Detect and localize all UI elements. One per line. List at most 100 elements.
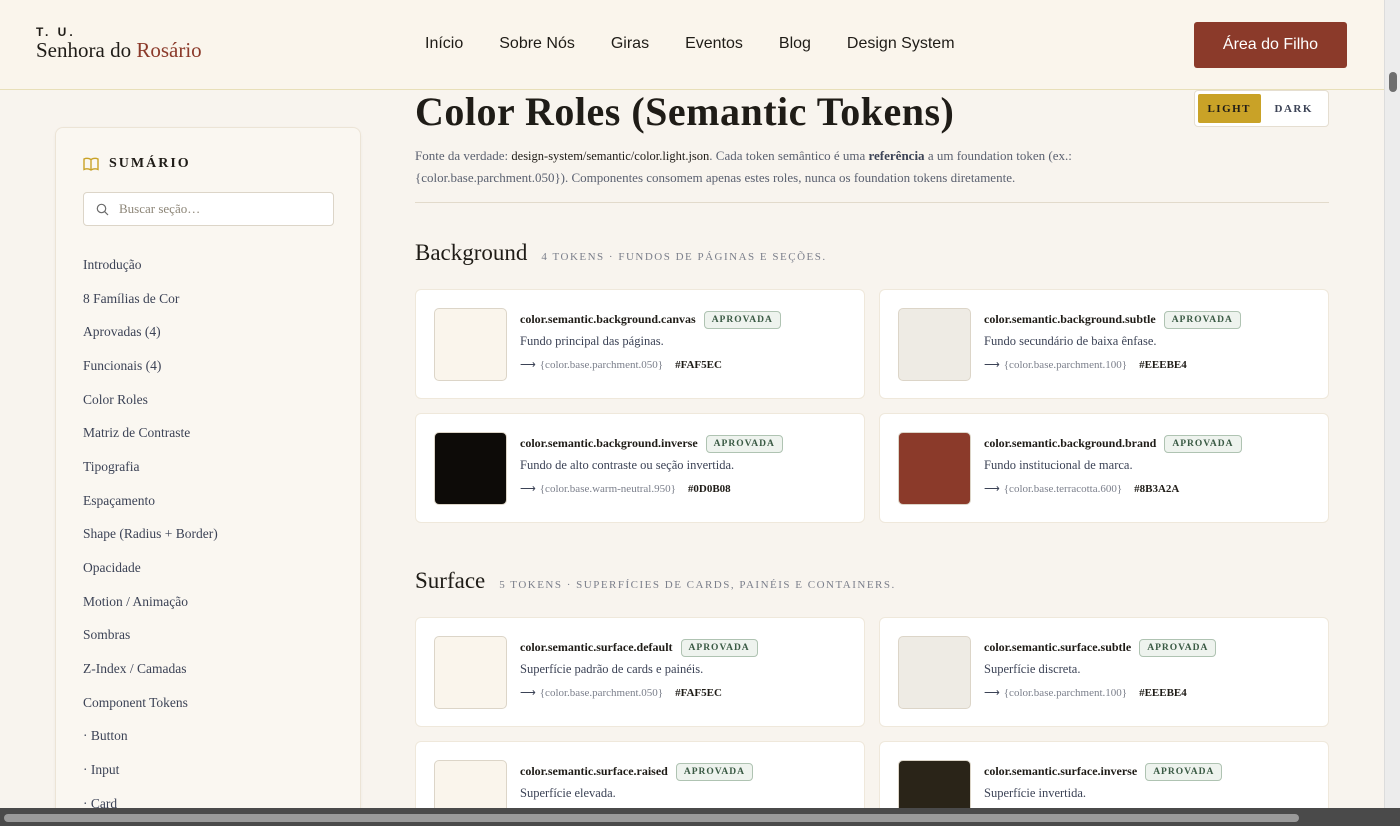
nav-blog[interactable]: Blog [779, 35, 811, 53]
toc-item-sombras[interactable]: Sombras [83, 619, 218, 653]
color-swatch [434, 432, 507, 505]
toc-item-shape[interactable]: Shape (Radius + Border) [83, 518, 218, 552]
hex-value: #FAF5EC [675, 359, 722, 371]
token-reference: {color.base.parchment.100} [1003, 359, 1128, 371]
intro-text-2: . Cada token semântico é uma [709, 148, 869, 163]
horizontal-scrollbar[interactable] [0, 808, 1400, 826]
page-title: Color Roles (Semantic Tokens) [415, 89, 955, 134]
token-name-row: color.semantic.surface.default APROVADA [520, 639, 758, 657]
toc-item-input[interactable]: · Input [83, 753, 218, 787]
color-swatch [898, 636, 971, 709]
toc-item-component-tokens[interactable]: Component Tokens [83, 686, 218, 720]
color-swatch [434, 308, 507, 381]
toc-item-espacamento[interactable]: Espaçamento [83, 484, 218, 518]
vertical-scrollbar[interactable] [1384, 0, 1400, 826]
token-card: color.semantic.background.brand APROVADA … [879, 413, 1329, 523]
section-title: Surface [415, 568, 486, 593]
toc-item-introducao[interactable]: Introdução [83, 248, 218, 282]
toc-item-aprovadas[interactable]: Aprovadas (4) [83, 315, 218, 349]
toc-item-matriz-de-contraste[interactable]: Matriz de Contraste [83, 416, 218, 450]
token-card: color.semantic.surface.subtle APROVADA Su… [879, 617, 1329, 727]
token-description: Fundo secundário de baixa ênfase. [984, 334, 1157, 348]
nav-eventos[interactable]: Eventos [685, 35, 743, 53]
token-card: color.semantic.background.inverse APROVAD… [415, 413, 865, 523]
token-card: color.semantic.surface.default APROVADA S… [415, 617, 865, 727]
section-title: Background [415, 240, 528, 265]
status-badge: APROVADA [1163, 311, 1241, 329]
token-name: color.semantic.surface.raised [520, 764, 668, 778]
token-name: color.semantic.background.inverse [520, 436, 698, 450]
hex-value: #FAF5EC [675, 687, 722, 699]
token-description: Fundo institucional de marca. [984, 458, 1133, 472]
token-name-row: color.semantic.surface.inverse APROVADA [984, 763, 1223, 781]
toc-item-color-roles[interactable]: Color Roles [83, 383, 218, 417]
hex-value: #EEEBE4 [1139, 359, 1187, 371]
section-header-surface: Surface 5 TOKENS · SUPERFÍCIES DE CARDS,… [415, 568, 896, 594]
token-reference-row: ⟶ {color.base.parchment.050} #FAF5EC [520, 358, 722, 371]
light-mode-button[interactable]: LIGHT [1198, 94, 1261, 123]
token-name-row: color.semantic.background.brand APROVADA [984, 435, 1242, 453]
section-meta: 4 TOKENS · FUNDOS DE PÁGINAS E SEÇÕES. [541, 251, 827, 263]
toc-item-button[interactable]: · Button [83, 720, 218, 754]
arrow-right-icon: ⟶ [984, 483, 1000, 495]
status-badge: APROVADA [680, 639, 758, 657]
color-swatch [898, 432, 971, 505]
token-reference-row: ⟶ {color.base.parchment.100} #EEEBE4 [984, 358, 1187, 371]
nav-design-system[interactable]: Design System [847, 35, 955, 53]
status-badge: APROVADA [703, 311, 781, 329]
arrow-right-icon: ⟶ [984, 359, 1000, 371]
toc-item-familias-de-cor[interactable]: 8 Famílias de Cor [83, 282, 218, 316]
arrow-right-icon: ⟶ [520, 687, 536, 699]
token-reference: {color.base.terracotta.600} [1003, 483, 1123, 495]
section-meta: 5 TOKENS · SUPERFÍCIES DE CARDS, PAINÉIS… [499, 579, 896, 591]
token-name: color.semantic.background.canvas [520, 312, 696, 326]
token-reference-row: ⟶ {color.base.parchment.100} #EEEBE4 [984, 686, 1187, 699]
dark-mode-button[interactable]: DARK [1262, 94, 1325, 123]
token-name: color.semantic.surface.inverse [984, 764, 1138, 778]
area-do-filho-button[interactable]: Área do Filho [1194, 22, 1347, 68]
vertical-scroll-thumb[interactable] [1389, 72, 1397, 92]
token-description: Fundo principal das páginas. [520, 334, 664, 348]
section-search [83, 192, 334, 226]
hex-value: #8B3A2A [1134, 483, 1180, 495]
search-input[interactable] [119, 201, 319, 217]
token-name: color.semantic.background.brand [984, 436, 1157, 450]
intro-text-1: Fonte da verdade: [415, 148, 512, 163]
toc-item-tipografia[interactable]: Tipografia [83, 450, 218, 484]
token-name-row: color.semantic.surface.raised APROVADA [520, 763, 753, 781]
token-card: color.semantic.background.subtle APROVADA… [879, 289, 1329, 399]
status-badge: APROVADA [1145, 763, 1223, 781]
token-name-row: color.semantic.background.subtle APROVADA [984, 311, 1241, 329]
color-swatch [898, 308, 971, 381]
hex-value: #EEEBE4 [1139, 687, 1187, 699]
toc-item-opacidade[interactable]: Opacidade [83, 551, 218, 585]
status-badge: APROVADA [675, 763, 753, 781]
arrow-right-icon: ⟶ [984, 687, 1000, 699]
token-reference: {color.base.warm-neutral.950} [539, 483, 676, 495]
token-description: Superfície discreta. [984, 662, 1081, 676]
divider [415, 202, 1329, 203]
hex-value: #0D0B08 [687, 483, 731, 495]
token-name-row: color.semantic.surface.subtle APROVADA [984, 639, 1217, 657]
token-reference-row: ⟶ {color.base.warm-neutral.950} #0D0B08 [520, 482, 731, 495]
arrow-right-icon: ⟶ [520, 359, 536, 371]
token-name: color.semantic.surface.subtle [984, 640, 1132, 654]
logo-top-text: T. U. [36, 25, 76, 39]
toc-item-motion[interactable]: Motion / Animação [83, 585, 218, 619]
logo[interactable]: Senhora do Rosário [36, 38, 202, 63]
nav-giras[interactable]: Giras [611, 35, 649, 53]
intro-paragraph: Fonte da verdade: design-system/semantic… [415, 145, 1175, 189]
source-path: design-system/semantic/color.light.json [511, 149, 710, 163]
nav-inicio[interactable]: Início [425, 35, 463, 53]
nav-sobre-nos[interactable]: Sobre Nós [499, 35, 575, 53]
theme-toggle: LIGHT DARK [1194, 90, 1329, 127]
token-card: color.semantic.background.canvas APROVADA… [415, 289, 865, 399]
toc-item-funcionais[interactable]: Funcionais (4) [83, 349, 218, 383]
horizontal-scroll-thumb[interactable] [4, 814, 1299, 822]
token-reference: {color.base.parchment.100} [1003, 687, 1128, 699]
arrow-right-icon: ⟶ [520, 483, 536, 495]
token-name-row: color.semantic.background.inverse APROVAD… [520, 435, 783, 453]
toc-item-z-index[interactable]: Z-Index / Camadas [83, 652, 218, 686]
toc-list: Introdução 8 Famílias de Cor Aprovadas (… [83, 248, 218, 821]
site-header: T. U. Senhora do Rosário Início Sobre Nó… [0, 0, 1384, 90]
